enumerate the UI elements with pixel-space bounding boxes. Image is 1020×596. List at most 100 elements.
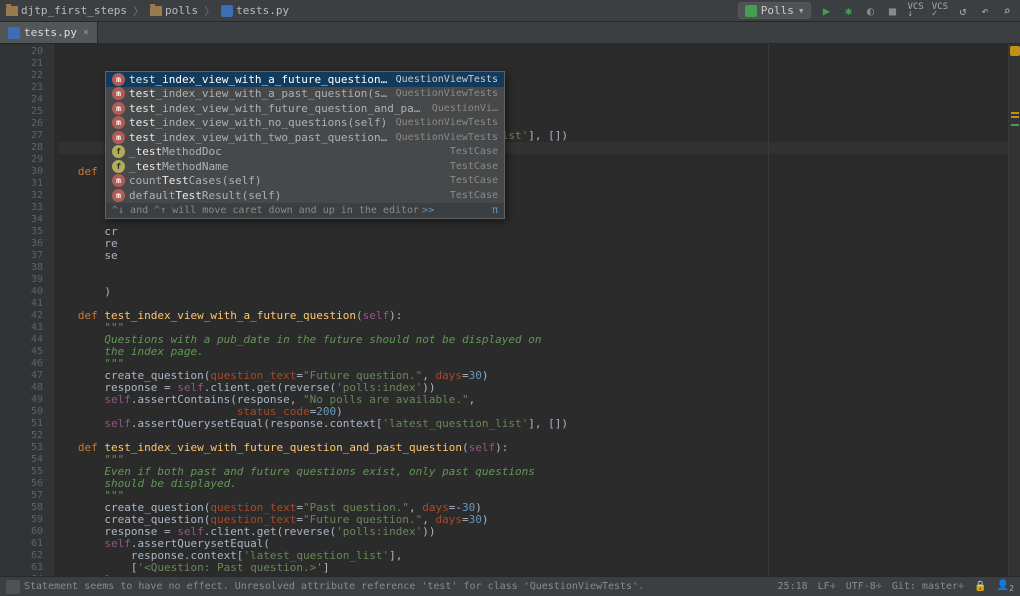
autocomplete-label: defaultTestResult(self)	[129, 189, 444, 202]
gutter-line-number[interactable]: 38	[0, 262, 43, 274]
autocomplete-item[interactable]: f_testMethodNameTestCase	[106, 159, 504, 174]
code-line[interactable]	[58, 274, 1008, 286]
file-encoding[interactable]: UTF-8÷	[846, 581, 882, 592]
autocomplete-item[interactable]: mtest_index_view_with_a_future_question(…	[106, 72, 504, 87]
tool-window-toggle[interactable]	[6, 580, 20, 594]
gutter-line-number[interactable]: 35	[0, 226, 43, 238]
gutter-line-number[interactable]: 42	[0, 310, 43, 322]
gutter-line-number[interactable]: 25	[0, 106, 43, 118]
gutter-line-number[interactable]: 31	[0, 178, 43, 190]
gutter-line-number[interactable]: 52	[0, 430, 43, 442]
code-line[interactable]: )	[58, 286, 1008, 298]
breadcrumb-item[interactable]: djtp_first_steps	[6, 4, 127, 17]
gutter-line-number[interactable]: 48	[0, 382, 43, 394]
code-line[interactable]: ['<Question: Past question.>']	[58, 562, 1008, 574]
code-line[interactable]: self.assertQuerysetEqual(response.contex…	[58, 418, 1008, 430]
popup-pi-icon[interactable]: π	[492, 205, 498, 216]
gutter-line-number[interactable]: 30	[0, 166, 43, 178]
vcs-commit-icon[interactable]: VCS✓	[932, 4, 948, 18]
autocomplete-item[interactable]: mdefaultTestResult(self)TestCase	[106, 188, 504, 203]
gutter-line-number[interactable]: 21	[0, 58, 43, 70]
gutter-line-number[interactable]: 63	[0, 562, 43, 574]
gutter-line-number[interactable]: 26	[0, 118, 43, 130]
gutter-line-number[interactable]: 56	[0, 478, 43, 490]
gutter-line-number[interactable]: 58	[0, 502, 43, 514]
autocomplete-item[interactable]: mtest_index_view_with_no_questions(self)…	[106, 116, 504, 131]
gutter-line-number[interactable]: 40	[0, 286, 43, 298]
gutter-line-number[interactable]: 24	[0, 94, 43, 106]
gutter-line-number[interactable]: 32	[0, 190, 43, 202]
autocomplete-item[interactable]: f_testMethodDocTestCase	[106, 145, 504, 160]
breadcrumb-item[interactable]: tests.py	[221, 4, 289, 17]
gutter-line-number[interactable]: 54	[0, 454, 43, 466]
gutter-line-number[interactable]: 46	[0, 358, 43, 370]
autocomplete-item[interactable]: mtest_index_view_with_future_question_an…	[106, 101, 504, 116]
code-line[interactable]: cr	[58, 226, 1008, 238]
autocomplete-popup[interactable]: mtest_index_view_with_a_future_question(…	[105, 71, 505, 219]
gutter-line-number[interactable]: 51	[0, 418, 43, 430]
breadcrumb-item[interactable]: polls	[150, 4, 198, 17]
close-icon[interactable]: ×	[83, 27, 89, 38]
gutter-line-number[interactable]: 47	[0, 370, 43, 382]
code-line[interactable]: def test_index_view_with_future_question…	[58, 442, 1008, 454]
autocomplete-label: _testMethodDoc	[129, 145, 444, 158]
gutter-line-number[interactable]: 49	[0, 394, 43, 406]
django-icon	[745, 5, 757, 17]
gutter-line-number[interactable]: 23	[0, 82, 43, 94]
gutter-line-number[interactable]: 20	[0, 46, 43, 58]
run-button[interactable]: ▶	[819, 4, 833, 18]
gutter-line-number[interactable]: 36	[0, 238, 43, 250]
autocomplete-context: TestCase	[450, 175, 498, 186]
gutter-line-number[interactable]: 34	[0, 214, 43, 226]
code-line[interactable]: se	[58, 250, 1008, 262]
gutter-line-number[interactable]: 44	[0, 334, 43, 346]
search-button[interactable]: ⌕	[1000, 4, 1014, 18]
debug-button[interactable]: ✱	[841, 4, 855, 18]
gutter-line-number[interactable]: 59	[0, 514, 43, 526]
revert-button[interactable]: ↶	[978, 4, 992, 18]
tab-tests-py[interactable]: tests.py ×	[0, 22, 98, 43]
stop-button[interactable]: ■	[885, 4, 899, 18]
gutter-line-number[interactable]: 39	[0, 274, 43, 286]
popup-hint-link[interactable]: >>	[422, 205, 434, 216]
gutter-line-number[interactable]: 27	[0, 130, 43, 142]
code-line[interactable]: def test_index_view_with_a_future_questi…	[58, 310, 1008, 322]
code-line[interactable]: should be displayed.	[58, 478, 1008, 490]
autocomplete-item[interactable]: mtest_index_view_with_a_past_question(se…	[106, 87, 504, 102]
gutter-line-number[interactable]: 33	[0, 202, 43, 214]
caret-position[interactable]: 25:18	[778, 581, 808, 592]
notifications-icon[interactable]: 👤2	[997, 580, 1014, 593]
git-branch[interactable]: Git: master÷	[892, 581, 964, 592]
gutter-line-number[interactable]: 41	[0, 298, 43, 310]
gutter-line-number[interactable]: 50	[0, 406, 43, 418]
lock-icon[interactable]: 🔒	[974, 581, 986, 592]
autocomplete-context: QuestionViewTests	[396, 88, 498, 99]
gutter-line-number[interactable]: 61	[0, 538, 43, 550]
gutter-line-number[interactable]: 60	[0, 526, 43, 538]
inspection-indicator[interactable]	[1010, 46, 1020, 56]
line-separator[interactable]: LF÷	[818, 581, 836, 592]
gutter[interactable]: 2021222324252627282930313233343536373839…	[0, 44, 54, 576]
gutter-line-number[interactable]: 28	[0, 142, 43, 154]
autocomplete-item[interactable]: mcountTestCases(self)TestCase	[106, 174, 504, 189]
gutter-line-number[interactable]: 55	[0, 466, 43, 478]
history-button[interactable]: ↺	[956, 4, 970, 18]
code-line[interactable]: the index page.	[58, 346, 1008, 358]
gutter-line-number[interactable]: 22	[0, 70, 43, 82]
attach-button[interactable]: ◐	[863, 4, 877, 18]
autocomplete-context: TestCase	[450, 146, 498, 157]
gutter-line-number[interactable]: 45	[0, 346, 43, 358]
gutter-line-number[interactable]: 62	[0, 550, 43, 562]
code-line[interactable]	[58, 262, 1008, 274]
autocomplete-item[interactable]: mtest_index_view_with_two_past_questions…	[106, 130, 504, 145]
error-stripe[interactable]	[1008, 44, 1020, 576]
gutter-line-number[interactable]: 53	[0, 442, 43, 454]
gutter-line-number[interactable]: 43	[0, 322, 43, 334]
gutter-line-number[interactable]: 29	[0, 154, 43, 166]
popup-hint: ^↓ and ^↑ will move caret down and up in…	[106, 203, 504, 218]
gutter-line-number[interactable]: 57	[0, 490, 43, 502]
vcs-update-icon[interactable]: VCS↓	[907, 4, 923, 18]
run-config-selector[interactable]: Polls ▾	[738, 2, 812, 19]
gutter-line-number[interactable]: 37	[0, 250, 43, 262]
code-line[interactable]: re	[58, 238, 1008, 250]
